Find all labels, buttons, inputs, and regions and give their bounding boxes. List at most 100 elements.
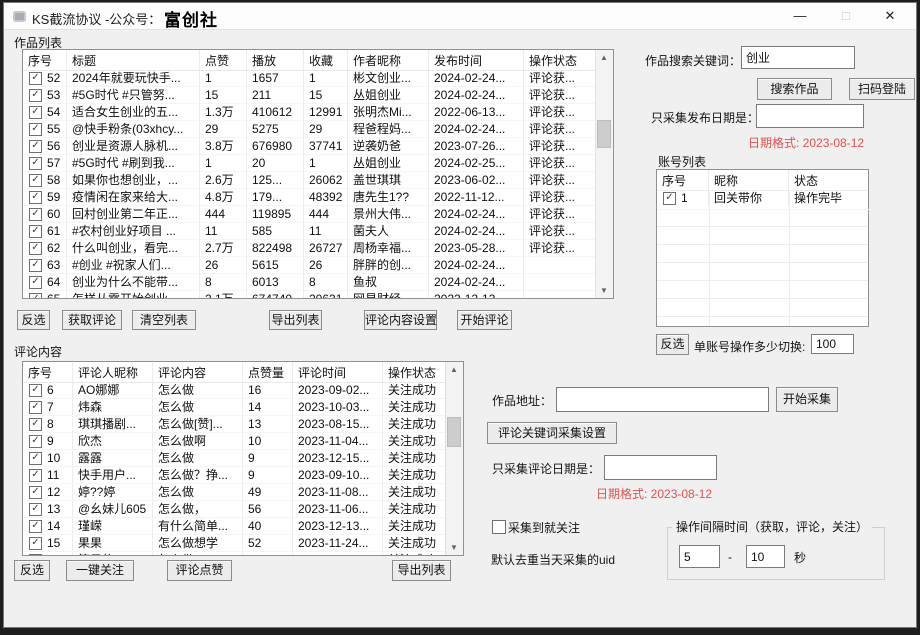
table-row[interactable]: 15 果果 怎么做想学 52 2023-11-24... 关注成功: [23, 535, 448, 552]
minimize-button[interactable]: —: [780, 3, 820, 28]
comment-date-input[interactable]: [604, 455, 717, 480]
table-row[interactable]: 11 快手用户... 怎么做？挣... 9 2023-09-10... 关注成功: [23, 467, 448, 484]
table-row[interactable]: 8 琪琪播剧... 怎么做[赞]... 13 2023-08-15... 关注成…: [23, 416, 448, 433]
works-header-cell[interactable]: 操作状态: [524, 50, 598, 70]
table-row[interactable]: 58 如果你也想创业，... 2.6万 125... 26062 盖世琪琪 20…: [23, 172, 598, 189]
row-checkbox[interactable]: [29, 554, 42, 555]
table-row[interactable]: 6 AO娜娜 怎么做 16 2023-09-02... 关注成功: [23, 382, 448, 399]
get-comments-button[interactable]: 获取评论: [62, 310, 122, 330]
work-url-input[interactable]: [556, 387, 769, 412]
comments-header-cell[interactable]: 序号: [23, 362, 73, 382]
table-row[interactable]: 9 欣杰 怎么做啊 10 2023-11-04... 关注成功: [23, 433, 448, 450]
follow-on-collect-checkbox[interactable]: [492, 520, 506, 534]
row-checkbox[interactable]: [29, 106, 42, 119]
works-header-cell[interactable]: 作者昵称: [348, 50, 429, 70]
scroll-down-icon[interactable]: [446, 540, 462, 555]
clear-list-button[interactable]: 清空列表: [132, 310, 196, 330]
interval-max-input[interactable]: [746, 545, 785, 568]
interval-min-input[interactable]: [679, 545, 720, 568]
table-row[interactable]: 64 创业为什么不能带... 8 6013 8 鱼叔 2024-02-24...: [23, 274, 598, 291]
row-checkbox[interactable]: [663, 192, 676, 205]
works-header-cell[interactable]: 序号: [23, 50, 67, 70]
row-checkbox[interactable]: [29, 418, 42, 431]
row-checkbox[interactable]: [29, 469, 42, 482]
table-row[interactable]: 7 炜森 怎么做 14 2023-10-03... 关注成功: [23, 399, 448, 416]
comment-content-settings-button[interactable]: 评论内容设置: [364, 310, 437, 330]
scroll-down-icon[interactable]: [596, 283, 612, 298]
row-checkbox[interactable]: [29, 435, 42, 448]
comments-export-button[interactable]: 导出列表: [392, 560, 451, 581]
row-checkbox[interactable]: [29, 242, 42, 255]
row-checkbox[interactable]: [29, 452, 42, 465]
table-row[interactable]: 10 露露 怎么做 9 2023-12-15... 关注成功: [23, 450, 448, 467]
row-checkbox[interactable]: [29, 401, 42, 414]
comments-header-cell[interactable]: 评论时间: [293, 362, 383, 382]
row-checkbox[interactable]: [29, 157, 42, 170]
row-checkbox[interactable]: [29, 208, 42, 221]
start-comment-button[interactable]: 开始评论: [457, 310, 512, 330]
row-checkbox[interactable]: [29, 259, 42, 272]
table-row[interactable]: 60 回村创业第二年正... 444 119895 444 景州大伟... 20…: [23, 206, 598, 223]
scrollbar-thumb[interactable]: [447, 417, 461, 447]
table-row[interactable]: 56 创业是资源人脉机... 3.8万 676980 37741 逆袭奶爸 20…: [23, 138, 598, 155]
works-header-cell[interactable]: 播放: [247, 50, 304, 70]
start-collect-button[interactable]: 开始采集: [776, 387, 838, 412]
one-key-follow-button[interactable]: 一键关注: [66, 560, 134, 581]
row-checkbox[interactable]: [29, 191, 42, 204]
maximize-button[interactable]: □: [826, 3, 866, 28]
scroll-up-icon[interactable]: [596, 50, 612, 65]
table-row[interactable]: 14 瑾嵘 有什么简单... 40 2023-12-13... 关注成功: [23, 518, 448, 535]
row-checkbox[interactable]: [29, 486, 42, 499]
comments-header-cell[interactable]: 点赞量: [243, 362, 293, 382]
table-row[interactable]: 12 婷??婷 怎么做 49 2023-11-08... 关注成功: [23, 484, 448, 501]
comments-header-cell[interactable]: 评论人昵称: [73, 362, 153, 382]
accounts-invert-button[interactable]: 反选: [656, 334, 689, 355]
row-checkbox[interactable]: [29, 276, 42, 289]
table-row[interactable]: 59 疫情闲在家来给大... 4.8万 179... 48392 唐先生1?? …: [23, 189, 598, 206]
accounts-header-cell[interactable]: 昵称: [709, 170, 789, 190]
row-checkbox[interactable]: [29, 384, 42, 397]
comment-like-button[interactable]: 评论点赞: [167, 560, 232, 581]
table-row[interactable]: 54 适合女生创业的五... 1.3万 410612 12991 张明杰Mi..…: [23, 104, 598, 121]
row-checkbox[interactable]: [29, 225, 42, 238]
table-row[interactable]: 61 #农村创业好项目 ... 11 585 11 菌夫人 2024-02-24…: [23, 223, 598, 240]
table-row[interactable]: 62 什么叫创业，看完... 2.7万 822498 26727 周杨幸福...…: [23, 240, 598, 257]
close-button[interactable]: ✕: [870, 3, 910, 28]
table-row[interactable]: 1 回关带你 操作完毕: [657, 190, 870, 210]
row-checkbox[interactable]: [29, 537, 42, 550]
search-keyword-input[interactable]: [741, 46, 855, 69]
works-header-cell[interactable]: 发布时间: [429, 50, 524, 70]
table-row[interactable]: 55 @快手粉条(03xhcy... 29 5275 29 程爸程妈... 20…: [23, 121, 598, 138]
publish-date-input[interactable]: [756, 104, 864, 128]
works-header-cell[interactable]: 标题: [67, 50, 200, 70]
table-row[interactable]: 65 怎样从零开始创业... 2.1万 674740 20621 网易财经 20…: [23, 291, 598, 298]
row-checkbox[interactable]: [29, 72, 42, 85]
works-invert-button[interactable]: 反选: [17, 310, 50, 330]
keyword-collect-settings-button[interactable]: 评论关键词采集设置: [487, 422, 617, 444]
works-header-cell[interactable]: 收藏: [304, 50, 348, 70]
table-row[interactable]: 57 #5G时代 #刷到我... 1 20 1 丛姐创业 2024-02-25.…: [23, 155, 598, 172]
comments-header-cell[interactable]: 操作状态: [383, 362, 448, 382]
row-checkbox[interactable]: [29, 123, 42, 136]
comments-invert-button[interactable]: 反选: [14, 560, 50, 581]
accounts-header-cell[interactable]: 序号: [657, 170, 709, 190]
row-checkbox[interactable]: [29, 503, 42, 516]
row-checkbox[interactable]: [29, 140, 42, 153]
table-row[interactable]: 53 #5G时代 #只管努... 15 211 15 丛姐创业 2024-02-…: [23, 87, 598, 104]
scrollbar-thumb[interactable]: [597, 120, 611, 148]
table-row[interactable]: 52 2024年就要玩快手... 1 1657 1 彬文创业... 2024-0…: [23, 70, 598, 87]
row-checkbox[interactable]: [29, 520, 42, 533]
comments-scrollbar[interactable]: [445, 362, 463, 555]
row-checkbox[interactable]: [29, 89, 42, 102]
comments-header-cell[interactable]: 评论内容: [153, 362, 243, 382]
table-row[interactable]: 13 @幺妹儿605 怎么做， 56 2023-11-06... 关注成功: [23, 501, 448, 518]
table-row[interactable]: 63 #创业 #祝家人们... 26 5615 26 胖胖的创... 2024-…: [23, 257, 598, 274]
search-works-button[interactable]: 搜索作品: [757, 78, 832, 100]
table-row[interactable]: 16 等风信 怎么做 24 2024-01-07... 关注成功: [23, 552, 448, 555]
qr-login-button[interactable]: 扫码登陆: [849, 78, 915, 100]
accounts-header-cell[interactable]: 状态: [789, 170, 868, 190]
row-checkbox[interactable]: [29, 293, 42, 298]
works-scrollbar[interactable]: [595, 50, 613, 298]
scroll-up-icon[interactable]: [446, 362, 462, 377]
account-switch-input[interactable]: [811, 334, 854, 354]
